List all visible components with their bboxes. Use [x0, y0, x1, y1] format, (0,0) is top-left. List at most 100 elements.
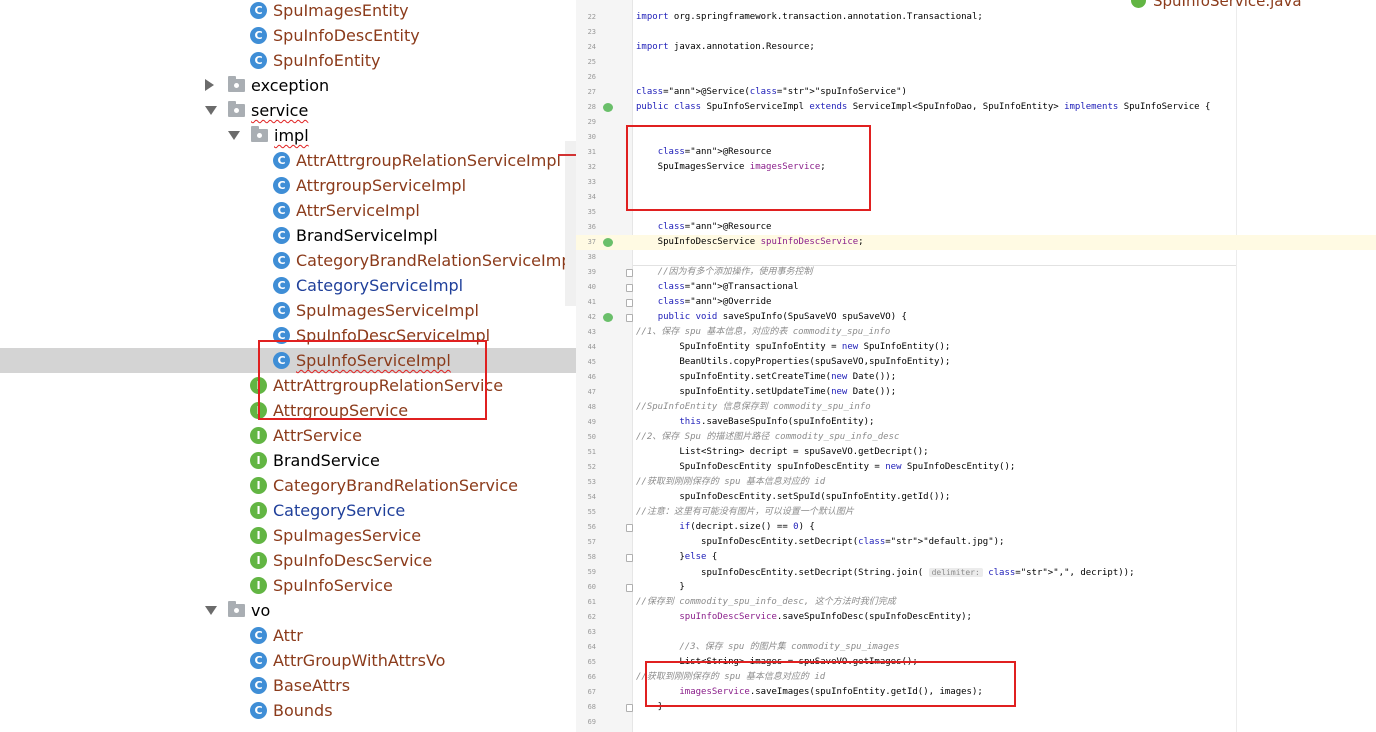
- code-line[interactable]: 27 class="ann">@Service(class="str">"spuI…: [576, 85, 1376, 100]
- highlight-box-resource: [626, 125, 871, 211]
- collapse-arrow-icon[interactable]: [205, 79, 214, 91]
- code-line[interactable]: 22 import org.springframework.transaction…: [576, 10, 1376, 25]
- code-line[interactable]: 26: [576, 70, 1376, 85]
- code-line[interactable]: 49 this.saveBaseSpuInfo(spuInfoEntity);: [576, 415, 1376, 430]
- code-line[interactable]: 56 if(decript.size() == 0) {: [576, 520, 1376, 535]
- fold-marker-icon[interactable]: [626, 284, 633, 292]
- code-line[interactable]: 53 //获取到刚刚保存的 spu 基本信息对应的 id: [576, 475, 1376, 490]
- fold-marker-icon[interactable]: [626, 554, 633, 562]
- tree-row-label: SpuInfoDescService: [273, 551, 433, 570]
- code-line[interactable]: 36 class="ann">@Resource: [576, 220, 1376, 235]
- line-number: 25: [587, 58, 596, 66]
- code-line[interactable]: 52 SpuInfoDescEntity spuInfoDescEntity =…: [576, 460, 1376, 475]
- tree-row[interactable]: I AttrService: [0, 423, 576, 448]
- tree-row[interactable]: C AttrAttrgroupRelationServiceImpl: [0, 148, 576, 173]
- tree-row[interactable]: impl: [0, 123, 576, 148]
- code-line[interactable]: 25: [576, 55, 1376, 70]
- tree-row[interactable]: vo: [0, 598, 576, 623]
- code-line[interactable]: 38: [576, 250, 1376, 265]
- code-text: BeanUtils.copyProperties(spuSaveVO,spuIn…: [636, 357, 951, 367]
- code-line[interactable]: 40 class="ann">@Transactional: [576, 280, 1376, 295]
- code-line[interactable]: 46 spuInfoEntity.setCreateTime(new Date(…: [576, 370, 1376, 385]
- tree-row[interactable]: exception: [0, 73, 576, 98]
- expand-arrow-icon[interactable]: [228, 131, 240, 140]
- fold-marker-icon[interactable]: [626, 524, 633, 532]
- code-text: spuInfoEntity.setCreateTime(new Date());: [636, 372, 897, 382]
- code-text: //保存到 commodity_spu_info_desc, 这个方法时我们完成: [636, 597, 896, 607]
- code-line[interactable]: 64 //3、保存 spu 的图片集 commodity_spu_images: [576, 640, 1376, 655]
- code-line[interactable]: 60 }: [576, 580, 1376, 595]
- code-line[interactable]: 37 SpuInfoDescService spuInfoDescService…: [576, 235, 1376, 250]
- code-line[interactable]: 58 }else {: [576, 550, 1376, 565]
- line-number: 48: [587, 403, 596, 411]
- tree-row[interactable]: I SpuInfoService: [0, 573, 576, 598]
- fold-marker-icon[interactable]: [626, 299, 633, 307]
- tree-scrollbar-thumb[interactable]: [565, 141, 576, 306]
- code-line[interactable]: 54 spuInfoDescEntity.setSpuId(spuInfoEnt…: [576, 490, 1376, 505]
- tree-row[interactable]: C BrandServiceImpl: [0, 223, 576, 248]
- line-number: 54: [587, 493, 596, 501]
- class-icon: C: [250, 652, 267, 669]
- tree-row[interactable]: C AttrServiceImpl: [0, 198, 576, 223]
- fold-marker-icon[interactable]: [626, 584, 633, 592]
- code-line[interactable]: 69: [576, 715, 1376, 730]
- tree-row[interactable]: C CategoryServiceImpl: [0, 273, 576, 298]
- code-text: //因为有多个添加操作，使用事务控制: [636, 267, 813, 277]
- tree-row[interactable]: C SpuInfoDescEntity: [0, 23, 576, 48]
- tree-row[interactable]: C Attr: [0, 623, 576, 648]
- code-text: class="ann">@Transactional: [657, 282, 799, 292]
- bean-gutter-icon[interactable]: [603, 238, 613, 247]
- code-line[interactable]: 62 spuInfoDescService.saveSpuInfoDesc(sp…: [576, 610, 1376, 625]
- code-line[interactable]: 24 import javax.annotation.Resource;: [576, 40, 1376, 55]
- fold-marker-icon[interactable]: [626, 269, 633, 277]
- code-line[interactable]: 63: [576, 625, 1376, 640]
- code-text: this.saveBaseSpuInfo(spuInfoEntity);: [679, 417, 875, 427]
- code-line[interactable]: 47 spuInfoEntity.setUpdateTime(new Date(…: [576, 385, 1376, 400]
- expand-arrow-icon[interactable]: [205, 106, 217, 115]
- override-gutter-icon[interactable]: [603, 313, 613, 322]
- code-line[interactable]: 39 //因为有多个添加操作，使用事务控制: [576, 265, 1376, 280]
- expand-arrow-icon[interactable]: [205, 606, 217, 615]
- code-line[interactable]: 51 List<String> decript = spuSaveVO.getD…: [576, 445, 1376, 460]
- code-line[interactable]: 45 BeanUtils.copyProperties(spuSaveVO,sp…: [576, 355, 1376, 370]
- code-line[interactable]: 55 //注意：这里有可能没有图片，可以设置一个默认图片: [576, 505, 1376, 520]
- tree-row[interactable]: I SpuImagesService: [0, 523, 576, 548]
- tree-row[interactable]: C SpuImagesServiceImpl: [0, 298, 576, 323]
- code-line[interactable]: 41 class="ann">@Override: [576, 295, 1376, 310]
- code-line[interactable]: 44 SpuInfoEntity spuInfoEntity = new Spu…: [576, 340, 1376, 355]
- code-line[interactable]: 42 public void saveSpuInfo(SpuSaveVO spu…: [576, 310, 1376, 325]
- tree-row[interactable]: I SpuInfoDescService: [0, 548, 576, 573]
- line-number: 24: [587, 43, 596, 51]
- tree-row[interactable]: I CategoryBrandRelationService: [0, 473, 576, 498]
- fold-marker-icon[interactable]: [626, 314, 633, 322]
- code-line[interactable]: 48 //SpuInfoEntity 信息保存到 commodity_spu_in…: [576, 400, 1376, 415]
- code-line[interactable]: 23: [576, 25, 1376, 40]
- tree-row[interactable]: C Bounds: [0, 698, 576, 723]
- tree-row[interactable]: C SpuInfoEntity: [0, 48, 576, 73]
- interface-icon: I: [250, 427, 267, 444]
- line-number: 52: [587, 463, 596, 471]
- tree-row[interactable]: C CategoryBrandRelationServiceImpl: [0, 248, 576, 273]
- tree-row[interactable]: C AttrgroupServiceImpl: [0, 173, 576, 198]
- tree-row-label: SpuInfoDescEntity: [273, 26, 420, 45]
- tree-row[interactable]: service: [0, 98, 576, 123]
- interface-icon: I: [250, 502, 267, 519]
- code-line[interactable]: 28 public class SpuInfoServiceImpl extend…: [576, 100, 1376, 115]
- fold-marker-icon[interactable]: [626, 704, 633, 712]
- tree-row[interactable]: C SpuImagesEntity: [0, 0, 576, 23]
- tree-row-label: service: [251, 101, 309, 120]
- code-line[interactable]: 50 //2、保存 Spu 的描述图片路径 commodity_spu_info_…: [576, 430, 1376, 445]
- bean-gutter-icon[interactable]: [603, 103, 613, 112]
- code-editor[interactable]: SpuInfoService.java 22 import org.springf…: [576, 0, 1376, 732]
- editor-tab-title[interactable]: SpuInfoService.java: [1153, 0, 1302, 10]
- code-line[interactable]: 59 spuInfoDescEntity.setDecript(String.j…: [576, 565, 1376, 580]
- code-line[interactable]: 57 spuInfoDescEntity.setDecript(class="s…: [576, 535, 1376, 550]
- code-line[interactable]: 43 //1、保存 spu 基本信息，对应的表 commodity_spu_inf…: [576, 325, 1376, 340]
- tree-row[interactable]: I CategoryService: [0, 498, 576, 523]
- tree-row[interactable]: I BrandService: [0, 448, 576, 473]
- class-icon: C: [250, 27, 267, 44]
- tree-row-label: Attr: [273, 626, 303, 645]
- tree-row[interactable]: C AttrGroupWithAttrsVo: [0, 648, 576, 673]
- tree-row[interactable]: C BaseAttrs: [0, 673, 576, 698]
- code-line[interactable]: 61 //保存到 commodity_spu_info_desc, 这个方法时我们…: [576, 595, 1376, 610]
